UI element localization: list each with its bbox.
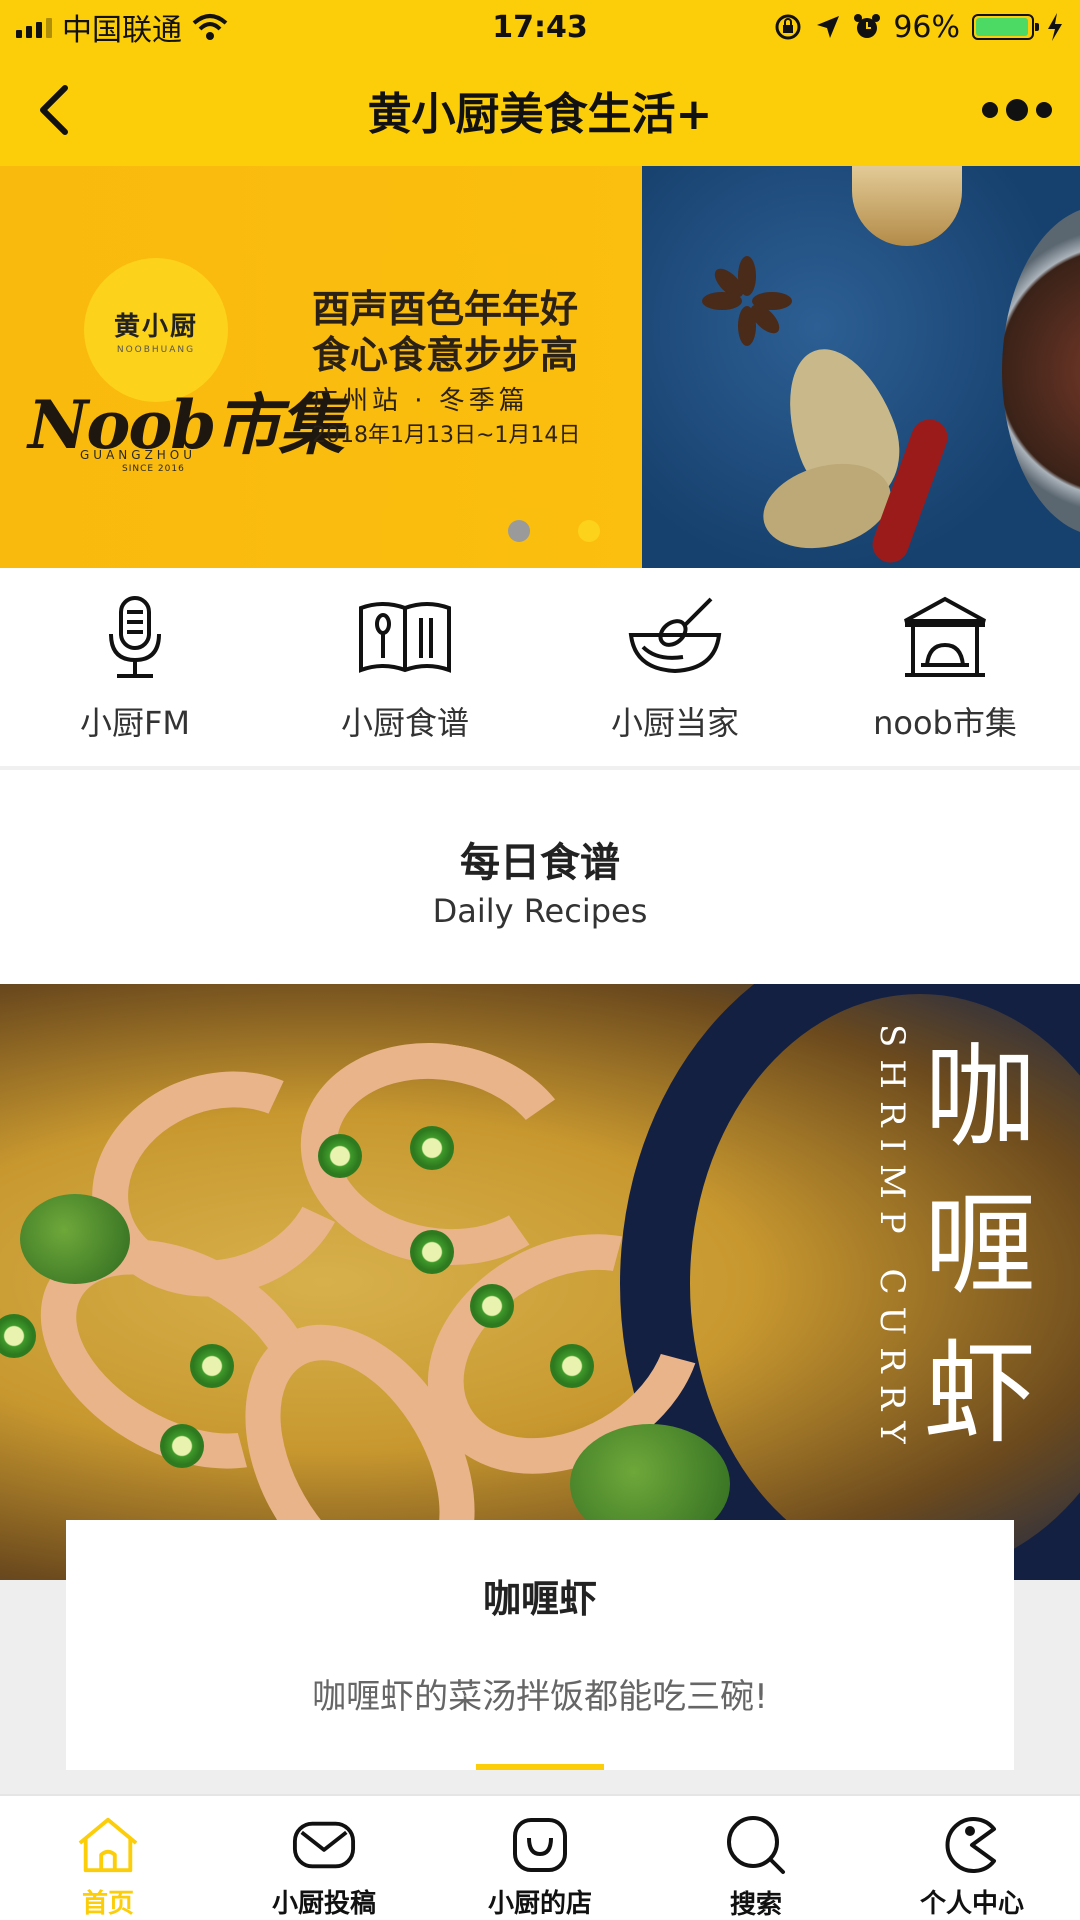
promo-date: 2018年1月13日~1月14日	[312, 423, 581, 448]
market-stall-icon	[895, 592, 995, 682]
recipe-image-title-en: SHRIMP CURRY	[872, 1024, 912, 1456]
quick-nav-housekeeping[interactable]: 小厨当家	[540, 568, 810, 766]
status-bar: 中国联通 17:43 96%	[0, 0, 1080, 54]
location-icon	[817, 16, 840, 38]
recipe-image-title-cn: 咖喱虾	[924, 1033, 1036, 1459]
since-label: SINCE 2016	[122, 464, 185, 474]
recipe-book-icon	[355, 592, 455, 682]
search-icon	[724, 1814, 788, 1876]
status-right: 96%	[773, 10, 1064, 45]
pepper-slice-image	[160, 1424, 204, 1468]
quick-nav-label: 小厨食谱	[340, 704, 469, 742]
back-chevron-icon	[40, 85, 68, 135]
pepper-slice-image	[550, 1344, 594, 1388]
tab-submit[interactable]: 小厨投稿	[216, 1796, 432, 1920]
quick-nav-label: noob市集	[873, 704, 1017, 742]
more-dots-icon	[982, 102, 998, 118]
quick-nav-label: 小厨当家	[610, 704, 739, 742]
tab-bar: 首页 小厨投稿 小厨的店 搜索 个人中心	[0, 1794, 1080, 1920]
pepper-slice-image	[410, 1126, 454, 1170]
logo-text-cn: 黄小厨	[113, 311, 198, 342]
signal-icon	[16, 16, 52, 38]
page-title: 黄小厨美食生活+	[367, 89, 713, 140]
microphone-icon	[85, 592, 185, 682]
alarm-icon	[854, 14, 881, 38]
section-subtitle: Daily Recipes	[432, 892, 648, 930]
pepper-slice-image	[470, 1284, 514, 1328]
quick-nav-fm[interactable]: 小厨FM	[0, 568, 270, 766]
promo-line-1: 酉声酉色年年好	[312, 287, 579, 331]
pepper-slice-image	[0, 1314, 36, 1358]
carousel-dot-1[interactable]	[508, 520, 530, 542]
battery-percent: 96%	[893, 9, 960, 45]
tab-label: 小厨的店	[487, 1889, 592, 1919]
shop-bag-icon	[508, 1814, 572, 1875]
quick-nav-market[interactable]: noob市集	[810, 568, 1080, 766]
carousel-indicators	[508, 520, 600, 542]
broccoli-image	[20, 1194, 130, 1284]
brass-lamp-image	[852, 166, 962, 246]
recipe-card[interactable]: 咖喱虾 咖喱虾的菜汤拌饭都能吃三碗!	[66, 1520, 1014, 1770]
recipe-description: 咖喱虾的菜汤拌饭都能吃三碗!	[312, 1677, 768, 1717]
tab-search[interactable]: 搜索	[648, 1796, 864, 1920]
meat-plate-image	[1002, 206, 1080, 536]
back-button[interactable]	[22, 78, 86, 142]
quick-nav-label: 小厨FM	[79, 704, 191, 742]
battery-icon	[972, 14, 1039, 40]
daily-recipes-header: 每日食谱 Daily Recipes	[0, 770, 1080, 984]
tab-label: 个人中心	[919, 1889, 1024, 1919]
tab-label: 搜索	[729, 1890, 782, 1920]
tab-home[interactable]: 首页	[0, 1796, 216, 1920]
recipe-accent-bar	[476, 1764, 604, 1770]
battery-level	[976, 18, 1028, 36]
wifi-icon	[192, 14, 228, 40]
pepper-slice-image	[410, 1230, 454, 1274]
promo-line-2: 食心食意步步高	[312, 333, 579, 377]
tab-shop[interactable]: 小厨的店	[432, 1796, 648, 1920]
star-anise-image	[702, 256, 792, 346]
promo-line-3: 广州站 · 冬季篇	[312, 386, 529, 416]
mixing-bowl-icon	[625, 592, 725, 682]
status-left: 中国联通	[16, 5, 228, 49]
banner-carousel[interactable]: 黄小厨 NOOBHUANG Noob市集 GUANGZHOU SINCE 201…	[0, 166, 1080, 568]
section-title: 每日食谱	[460, 840, 620, 886]
quick-nav: 小厨FM 小厨食谱 小厨当家 noob市集	[0, 568, 1080, 766]
profile-pacman-icon	[940, 1814, 1004, 1875]
city-label: GUANGZHOU	[80, 448, 197, 462]
carrier-label: 中国联通	[62, 13, 182, 48]
pepper-slice-image	[190, 1344, 234, 1388]
promo-text: 酉声酉色年年好 食心食意步步高 广州站 · 冬季篇 2018年1月13日~1月1…	[312, 286, 580, 452]
banner-slide-spices[interactable]	[642, 166, 1080, 568]
tab-profile[interactable]: 个人中心	[864, 1796, 1080, 1920]
more-button[interactable]	[982, 90, 1052, 130]
recipe-cover-image[interactable]: SHRIMP CURRY 咖喱虾	[0, 984, 1080, 1580]
charging-icon	[1048, 13, 1062, 41]
recipe-title: 咖喱虾	[482, 1577, 597, 1621]
envelope-icon	[292, 1814, 356, 1875]
quick-nav-recipes[interactable]: 小厨食谱	[270, 568, 540, 766]
rotation-lock-icon	[775, 14, 801, 40]
home-icon	[76, 1814, 140, 1875]
tab-label: 首页	[81, 1889, 134, 1919]
pepper-slice-image	[318, 1134, 362, 1178]
logo-text-en: NOOBHUANG	[116, 344, 196, 355]
carousel-dot-2[interactable]	[578, 520, 600, 542]
tab-label: 小厨投稿	[271, 1889, 376, 1919]
nav-bar: 黄小厨美食生活+	[0, 54, 1080, 166]
banner-slide-noob-market[interactable]: 黄小厨 NOOBHUANG Noob市集 GUANGZHOU SINCE 201…	[0, 166, 642, 568]
